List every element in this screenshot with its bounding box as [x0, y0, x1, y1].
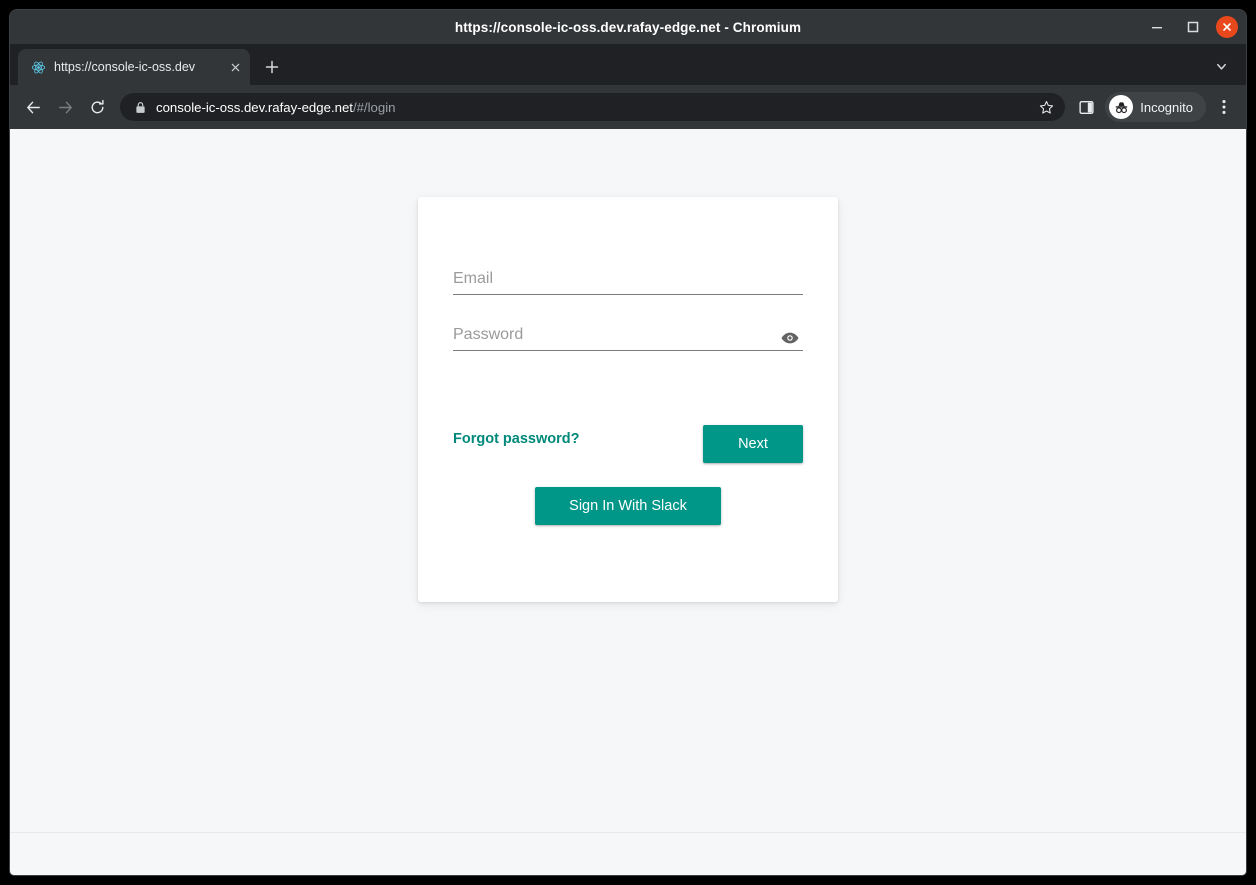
next-button[interactable]: Next [703, 425, 803, 463]
window-title-bar: https://console-ic-oss.dev.rafay-edge.ne… [10, 10, 1246, 44]
address-bar[interactable]: console-ic-oss.dev.rafay-edge.net/#/logi… [120, 93, 1066, 121]
close-button[interactable] [1216, 16, 1238, 38]
maximize-button[interactable] [1180, 14, 1206, 40]
eye-visibility-icon[interactable] [777, 326, 803, 350]
password-field-group [453, 326, 803, 351]
profile-label: Incognito [1140, 99, 1193, 115]
side-panel-icon[interactable] [1071, 92, 1101, 122]
star-icon[interactable] [1033, 94, 1059, 120]
email-underline [453, 294, 803, 295]
url-path: /#/login [352, 99, 396, 115]
new-tab-button[interactable] [258, 53, 286, 81]
tab-title: https://console-ic-oss.dev [54, 60, 196, 74]
browser-window: https://console-ic-oss.dev.rafay-edge.ne… [10, 10, 1246, 875]
profile-chip-incognito[interactable]: Incognito [1105, 92, 1206, 122]
url-host: console-ic-oss.dev.rafay-edge.net [156, 99, 353, 115]
back-arrow-icon[interactable] [18, 92, 48, 122]
browser-tab[interactable]: https://console-ic-oss.dev [18, 49, 250, 85]
minimize-button[interactable] [1144, 14, 1170, 40]
window-title: https://console-ic-oss.dev.rafay-edge.ne… [454, 19, 802, 35]
incognito-hat-glasses-icon [1109, 95, 1134, 119]
chevron-down-icon[interactable] [1208, 53, 1234, 79]
reload-icon[interactable] [82, 92, 112, 122]
window-controls [1144, 10, 1238, 44]
page-footer-divider [10, 832, 1246, 833]
page-viewport: Forgot password? Next Sign In With Slack [10, 129, 1246, 875]
forgot-password-link[interactable]: Forgot password? [453, 431, 579, 447]
sign-in-with-slack-button[interactable]: Sign In With Slack [535, 487, 721, 525]
email-field-group [453, 270, 803, 295]
react-logo-icon [30, 59, 46, 75]
tab-strip: https://console-ic-oss.dev [10, 44, 1246, 85]
browser-toolbar: console-ic-oss.dev.rafay-edge.net/#/logi… [10, 85, 1246, 129]
password-underline [453, 350, 803, 351]
lock-icon [134, 100, 147, 114]
email-input[interactable] [453, 270, 803, 295]
tab-close-icon[interactable] [226, 58, 244, 76]
three-dots-vertical-icon[interactable] [1210, 92, 1238, 122]
password-input[interactable] [453, 326, 803, 351]
forward-arrow-icon[interactable] [50, 92, 80, 122]
address-bar-url: console-ic-oss.dev.rafay-edge.net/#/logi… [156, 100, 1024, 115]
login-card: Forgot password? Next Sign In With Slack [418, 197, 838, 602]
